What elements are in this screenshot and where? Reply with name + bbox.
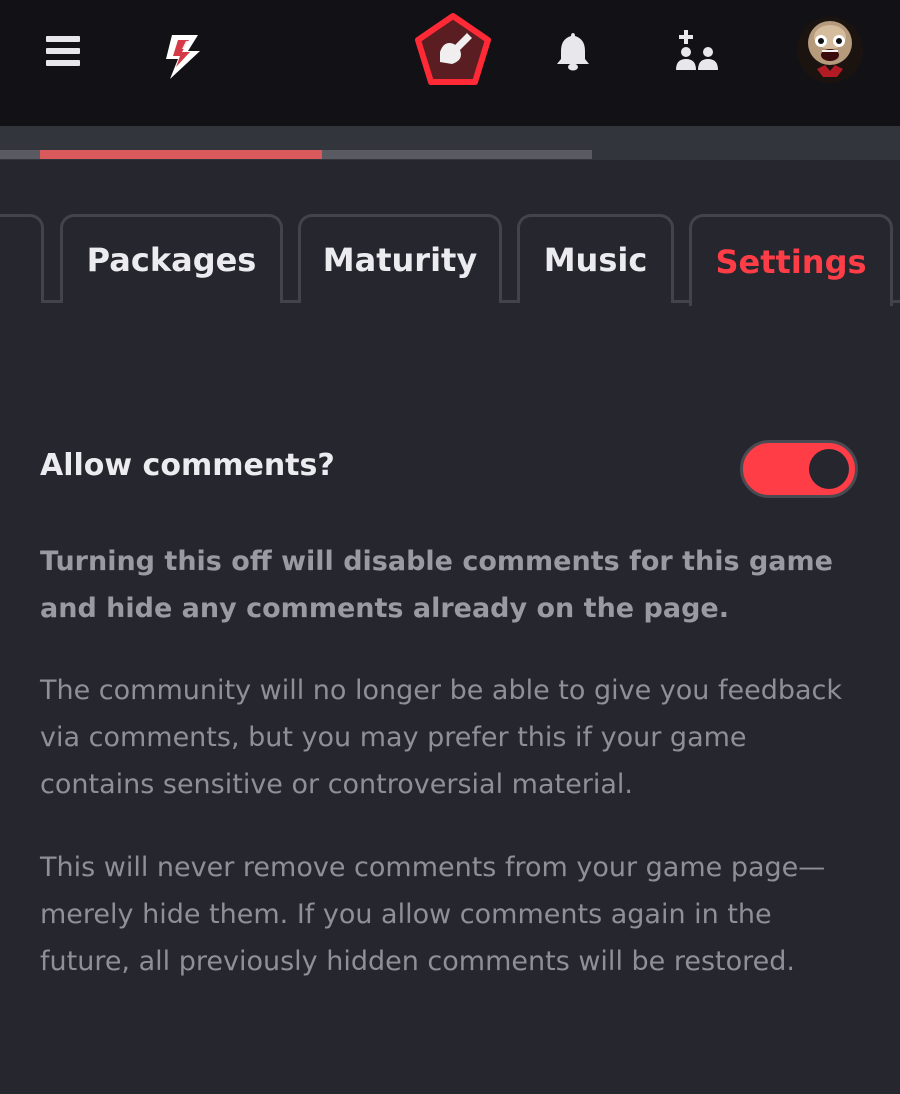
bell-icon[interactable] xyxy=(550,28,596,74)
tab-label: Settings xyxy=(715,242,867,281)
top-navigation-bar xyxy=(0,0,900,126)
tab-settings[interactable]: Settings xyxy=(689,214,893,306)
allow-comments-label: Allow comments? xyxy=(40,448,335,483)
comments-description-text: The community will no longer be able to … xyxy=(40,675,843,800)
tab-music[interactable]: Music xyxy=(517,214,674,303)
user-avatar[interactable] xyxy=(797,17,863,83)
tab-label: Maturity xyxy=(322,241,478,279)
tab-partial[interactable]: n xyxy=(0,214,44,303)
comments-warning-text: Turning this off will disable comments f… xyxy=(40,546,833,624)
tab-maturity[interactable]: Maturity xyxy=(298,214,502,303)
progress-fill xyxy=(40,150,322,159)
app-logo-icon[interactable] xyxy=(408,8,498,92)
toggle-knob xyxy=(809,449,849,489)
lightning-bolt-icon[interactable] xyxy=(156,30,208,82)
add-friend-icon[interactable] xyxy=(670,26,724,76)
allow-comments-toggle[interactable] xyxy=(740,440,858,498)
tab-packages[interactable]: Packages xyxy=(60,214,283,303)
menu-icon[interactable] xyxy=(42,30,84,72)
tab-label: Music xyxy=(543,241,648,279)
tab-label: Packages xyxy=(86,241,257,279)
comments-note-text: This will never remove comments from you… xyxy=(40,852,826,977)
